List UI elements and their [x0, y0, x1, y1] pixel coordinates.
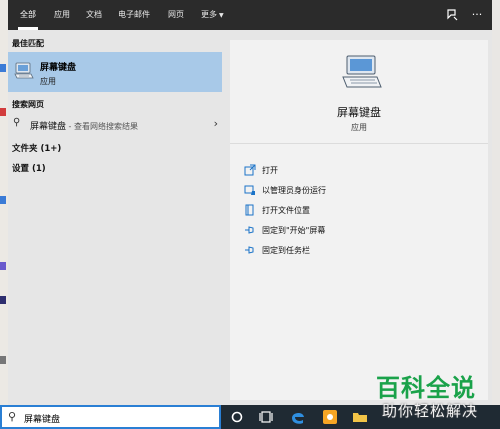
cortana-button[interactable] [225, 405, 249, 429]
task-view-button[interactable] [254, 405, 278, 429]
detail-app-name: 屏幕键盘 [337, 106, 381, 119]
action-pin-to-taskbar-label: 固定到任务栏 [262, 246, 310, 255]
desktop-icon-fragment [0, 262, 6, 270]
folders-group[interactable]: 文件夹 (1+) [12, 142, 61, 154]
file-explorer-button[interactable] [348, 405, 372, 429]
search-icon: ⚲ [8, 410, 17, 423]
results-pane: 最佳匹配 屏幕键盘 应用 搜索网页 ⚲ 屏幕键盘 - 查看网络搜索结果 › 文件… [8, 30, 226, 405]
on-screen-keyboard-icon [342, 55, 382, 88]
caret-down-icon: ▼ [219, 12, 224, 19]
watermark-title: 百科全说 [376, 373, 476, 402]
start-search-menu: 全部 应用 文档 电子邮件 网页 更多 ▼ ··· 最佳匹配 屏幕键盘 应用 搜索… [8, 0, 492, 405]
web-search-result[interactable]: ⚲ 屏幕键盘 - 查看网络搜索结果 › [8, 116, 222, 134]
task-view-icon [254, 405, 278, 429]
filter-tab-bar: 全部 应用 文档 电子邮件 网页 更多 ▼ ··· [8, 0, 492, 30]
watermark-subtitle: 助你轻松解决 [382, 402, 479, 420]
folder-icon [244, 204, 256, 216]
taskbar-search-value: 屏幕键盘 [24, 415, 61, 425]
pin-icon [244, 244, 256, 256]
tab-more[interactable]: 更多 ▼ [201, 0, 224, 30]
best-match-name: 屏幕键盘 [40, 63, 77, 73]
tab-web[interactable]: 网页 [168, 0, 184, 30]
tab-more-label: 更多 [201, 10, 217, 19]
web-search-query: 屏幕键盘 [30, 122, 67, 132]
app-button[interactable] [318, 405, 342, 429]
search-icon: ⚲ [13, 117, 21, 128]
desktop-icon-fragment [0, 108, 6, 116]
desktop-icon-fragment [0, 296, 6, 304]
action-open-label: 打开 [262, 166, 278, 175]
detail-pane: 屏幕键盘 应用 打开 以管理员身份运行 打开文件位置 固定到"开始"屏幕 固定到… [230, 40, 488, 400]
desktop-icon-fragment [0, 64, 6, 72]
pin-icon [244, 224, 256, 236]
edge-icon [286, 405, 310, 429]
edge-button[interactable] [286, 405, 310, 429]
feedback-icon[interactable] [445, 8, 459, 22]
open-icon [244, 164, 256, 176]
more-icon[interactable]: ··· [470, 8, 484, 22]
settings-group[interactable]: 设置 (1) [12, 162, 46, 174]
action-pin-to-start-label: 固定到"开始"屏幕 [262, 226, 326, 235]
cortana-icon [225, 405, 249, 429]
on-screen-keyboard-icon [14, 62, 34, 79]
desktop-icon-fragment [0, 196, 6, 204]
web-search-hint: - 查看网络搜索结果 [66, 122, 138, 131]
detail-app-type: 应用 [351, 123, 367, 132]
action-open-file-location-label: 打开文件位置 [262, 206, 310, 215]
chevron-right-icon: › [213, 117, 218, 130]
desktop-icon-fragment [0, 356, 6, 364]
web-search-title: 搜索网页 [12, 100, 44, 109]
watermark: 百科全说 助你轻松解决 [372, 368, 498, 426]
best-match-type: 应用 [40, 77, 56, 86]
desktop-edge-left [0, 0, 8, 405]
tab-all[interactable]: 全部 [18, 0, 38, 30]
best-match-item[interactable]: 屏幕键盘 应用 [8, 52, 222, 92]
taskbar-search-input[interactable]: ⚲ 屏幕键盘 [0, 405, 221, 429]
folder-icon [348, 405, 372, 429]
admin-icon [244, 184, 256, 196]
tab-email[interactable]: 电子邮件 [118, 0, 150, 30]
detail-header: 屏幕键盘 应用 [230, 40, 488, 144]
tab-documents[interactable]: 文档 [86, 0, 102, 30]
app-tile-icon [318, 405, 342, 429]
action-run-as-admin-label: 以管理员身份运行 [262, 186, 326, 195]
best-match-title: 最佳匹配 [12, 39, 44, 48]
tab-apps[interactable]: 应用 [54, 0, 70, 30]
desktop-edge-right [492, 0, 500, 405]
